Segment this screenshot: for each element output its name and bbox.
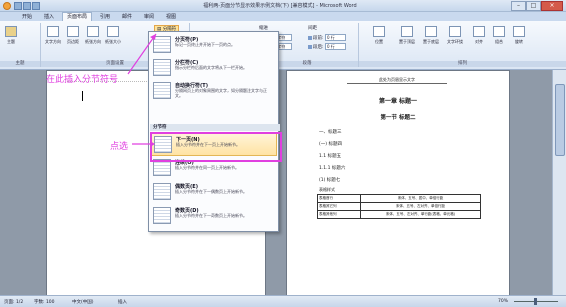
- zoom-level[interactable]: 70%: [498, 299, 508, 304]
- status-bar: 页面: 1/2 字数: 100 中文(中国) 插入 70%: [0, 295, 566, 307]
- status-page[interactable]: 页面: 1/2: [4, 299, 23, 305]
- arrow-line: [127, 33, 157, 75]
- status-language[interactable]: 中文(中国): [72, 299, 94, 305]
- arrow-head: [150, 141, 155, 147]
- status-mode[interactable]: 插入: [118, 299, 127, 305]
- zoom-slider-thumb[interactable]: [534, 298, 537, 305]
- annotation-arrows: [127, 33, 157, 147]
- status-words[interactable]: 字数: 100: [34, 299, 55, 305]
